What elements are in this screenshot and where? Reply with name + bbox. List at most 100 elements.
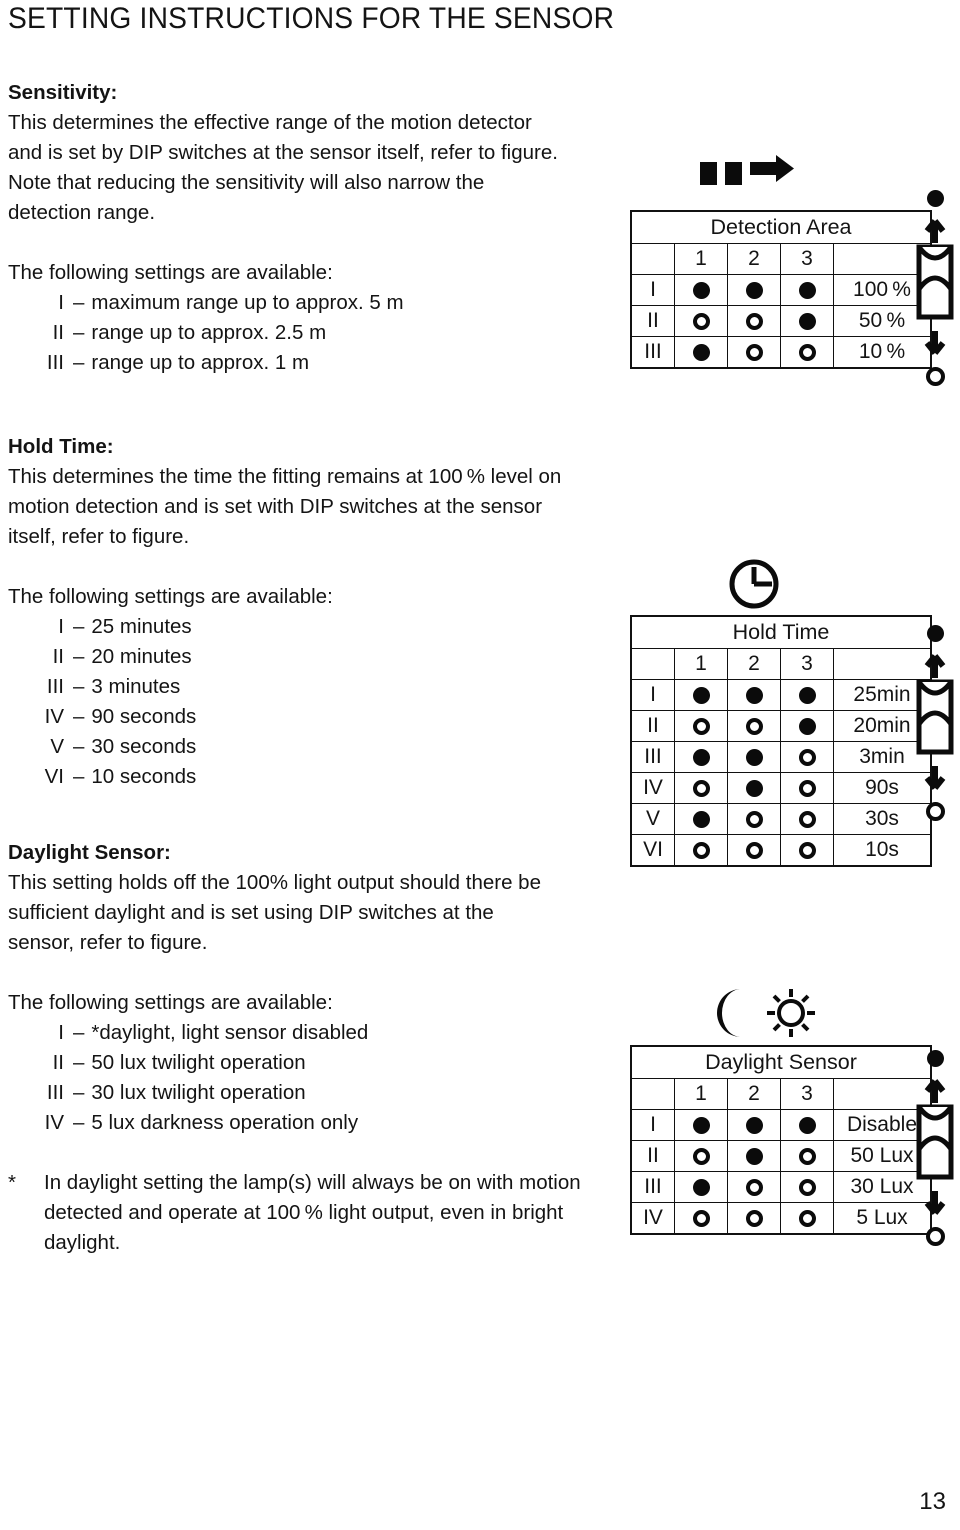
dip-switch-device-icon xyxy=(913,1050,957,1246)
switch-cell xyxy=(780,1202,834,1235)
switch-dot-on xyxy=(692,1178,710,1196)
row-numeral: II xyxy=(630,710,675,742)
dash: – xyxy=(73,1111,85,1134)
table-row: II 20min xyxy=(630,710,932,742)
roman-numeral: VI xyxy=(44,765,64,788)
table-header-row: 1 2 3 xyxy=(630,243,932,275)
moon-icon xyxy=(717,989,741,1037)
switch-dot-on xyxy=(692,281,710,299)
switch-cell xyxy=(780,274,834,306)
table-row: III 30 Lux xyxy=(630,1171,932,1203)
roman-numeral: II xyxy=(52,645,64,668)
table-title-row: Daylight Sensor xyxy=(630,1045,932,1079)
sun-icon xyxy=(767,989,815,1037)
list-item: I – *daylight, light sensor disabled xyxy=(8,1018,608,1048)
roman-numeral: III xyxy=(46,675,64,698)
daylight-sensor-table: Daylight Sensor 1 2 3 I Disable II 50 Lu… xyxy=(630,1045,932,1235)
switch-cell xyxy=(727,1140,781,1172)
switch-off-indicator-ring xyxy=(925,367,945,386)
switch-dot-off xyxy=(798,779,816,797)
switch-cell xyxy=(727,834,781,867)
list-item: II – 50 lux twilight operation xyxy=(8,1048,608,1078)
switch-cell xyxy=(674,336,728,369)
switch-dot-on xyxy=(798,281,816,299)
table-title: Detection Area xyxy=(630,210,932,244)
switch-dot-off xyxy=(692,779,710,797)
switch-cell xyxy=(780,679,834,711)
list-item: IV – 5 lux darkness operation only xyxy=(8,1108,608,1138)
table-row: III 3min xyxy=(630,741,932,773)
dash: – xyxy=(73,291,85,314)
sensitivity-settings-list: I – maximum range up to approx. 5 m II –… xyxy=(8,288,608,378)
switch-cell xyxy=(780,834,834,867)
dash: – xyxy=(73,1051,85,1074)
switch-on-indicator-dot xyxy=(926,1050,944,1067)
dip-switch-device-icon xyxy=(913,190,957,386)
page-number: 13 xyxy=(919,1488,946,1515)
daylight-footnote: * In daylight setting the lamp(s) will a… xyxy=(8,1168,608,1258)
table-row: I Disable xyxy=(630,1109,932,1141)
hold-time-settings-list: I – 25 minutes II – 20 minutes III – 3 m… xyxy=(8,612,608,792)
sensitivity-body: This determines the effective range of t… xyxy=(8,111,558,224)
switch-cell xyxy=(674,1140,728,1172)
switch-on-indicator-dot xyxy=(926,625,944,642)
list-item: I – maximum range up to approx. 5 m xyxy=(8,288,608,318)
daylight-sensor-heading: Daylight Sensor: xyxy=(8,841,171,864)
moon-sun-icon xyxy=(705,985,825,1046)
dash: – xyxy=(73,615,85,638)
page-title: SETTING INSTRUCTIONS FOR THE SENSOR xyxy=(8,2,615,35)
detection-area-table: Detection Area 1 2 3 I 100 % II 50 % III… xyxy=(630,210,932,369)
dash: – xyxy=(73,1021,85,1044)
switch-dot-on xyxy=(692,1116,710,1134)
table-row: III 10 % xyxy=(630,336,932,369)
daylight-sensor-figure: Daylight Sensor 1 2 3 I Disable II 50 Lu… xyxy=(630,1045,932,1235)
switch-cell xyxy=(727,1202,781,1235)
roman-numeral: III xyxy=(46,351,64,374)
footnote-marker: * xyxy=(8,1171,16,1194)
switch-dot-off xyxy=(692,1209,710,1227)
dash: – xyxy=(73,1081,85,1104)
hold-time-body: This determines the time the fitting rem… xyxy=(8,465,562,548)
switch-cell xyxy=(727,274,781,306)
switch-cell xyxy=(727,803,781,835)
switch-dot-off xyxy=(798,748,816,766)
switch-cell xyxy=(674,834,728,867)
switch-header: 1 xyxy=(674,243,728,275)
switch-dot-off xyxy=(692,1147,710,1165)
list-item: II – 20 minutes xyxy=(8,642,608,672)
table-title: Hold Time xyxy=(630,615,932,649)
switch-dot-off xyxy=(798,1178,816,1196)
row-value: 10s xyxy=(833,834,932,867)
list-item: II – range up to approx. 2.5 m xyxy=(8,318,608,348)
table-title: Daylight Sensor xyxy=(630,1045,932,1079)
switch-dot-off xyxy=(745,1209,763,1227)
switch-cell xyxy=(727,772,781,804)
roman-numeral: V xyxy=(50,735,64,758)
switch-off-indicator-ring xyxy=(925,1227,945,1246)
setting-text: 30 seconds xyxy=(91,735,197,758)
footnote-text: In daylight setting the lamp(s) will alw… xyxy=(44,1171,581,1254)
switch-dot-on xyxy=(745,1116,763,1134)
switch-dot-off xyxy=(798,1147,816,1165)
setting-text: 30 lux twilight operation xyxy=(91,1081,306,1104)
roman-numeral: II xyxy=(52,321,64,344)
switch-cell xyxy=(780,803,834,835)
switch-cell xyxy=(727,741,781,773)
row-numeral: IV xyxy=(630,1202,675,1235)
row-numeral: II xyxy=(630,1140,675,1172)
switch-dot-off xyxy=(798,343,816,361)
switch-cell xyxy=(780,710,834,742)
table-row: I 25min xyxy=(630,679,932,711)
motion-arrow-block xyxy=(725,161,742,185)
switch-dot-off xyxy=(692,312,710,330)
switch-dot-on xyxy=(798,717,816,735)
table-row: VI 10s xyxy=(630,834,932,867)
list-item: IV – 90 seconds xyxy=(8,702,608,732)
roman-numeral: I xyxy=(58,291,64,314)
hold-time-heading: Hold Time: xyxy=(8,435,114,458)
table-row: II 50 Lux xyxy=(630,1140,932,1172)
setting-text: range up to approx. 2.5 m xyxy=(91,321,327,344)
setting-text: range up to approx. 1 m xyxy=(91,351,310,374)
roman-numeral: II xyxy=(52,1051,64,1074)
switch-header: 3 xyxy=(780,648,834,680)
